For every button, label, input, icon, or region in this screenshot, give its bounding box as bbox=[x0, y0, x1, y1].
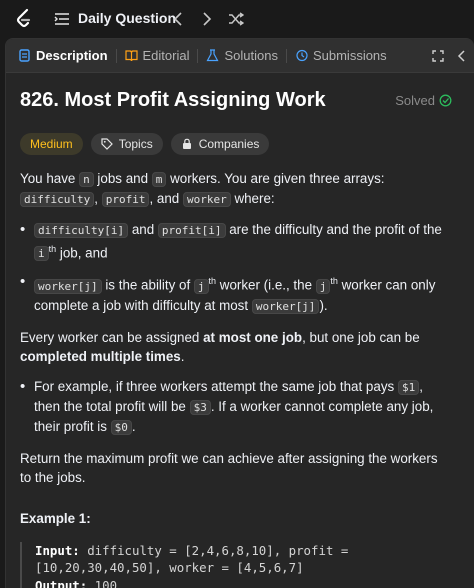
flask-icon bbox=[206, 49, 219, 62]
daily-question-title[interactable]: Daily Question bbox=[78, 10, 176, 26]
shuffle-icon bbox=[229, 12, 244, 26]
tab-divider bbox=[197, 48, 199, 63]
example-output: Output: 100 bbox=[35, 577, 118, 588]
check-circle-icon bbox=[439, 94, 452, 107]
chevron-left-icon bbox=[457, 50, 465, 62]
companies-tag[interactable]: Companies bbox=[170, 133, 270, 155]
maximize-panel-button[interactable] bbox=[426, 50, 450, 62]
description-paragraph: You have n jobs and m workers. You are g… bbox=[20, 171, 385, 207]
problem-title[interactable]: 826. Most Profit Assigning Work bbox=[20, 89, 326, 112]
topics-tag[interactable]: Topics bbox=[90, 133, 163, 155]
chevron-right-icon bbox=[203, 12, 212, 26]
problem-content: 826. Most Profit Assigning Work Solved M… bbox=[20, 73, 452, 588]
chevron-left-icon bbox=[173, 12, 182, 26]
list-item: For example, if three workers attempt th… bbox=[20, 377, 450, 437]
description-list: For example, if three workers attempt th… bbox=[20, 377, 450, 437]
random-question-button[interactable] bbox=[226, 9, 246, 29]
book-icon bbox=[124, 50, 138, 62]
tab-divider bbox=[115, 48, 117, 63]
description-paragraph: Every worker can be assigned at most one… bbox=[20, 329, 420, 364]
description-icon bbox=[19, 49, 30, 62]
problem-list-icon[interactable] bbox=[54, 11, 70, 27]
tab-editorial[interactable]: Editorial bbox=[123, 39, 192, 73]
tab-bar: Description Editorial Solutions Submissi… bbox=[6, 39, 474, 73]
difficulty-badge: Medium bbox=[20, 133, 83, 155]
tab-description[interactable]: Description bbox=[16, 39, 110, 73]
list-item: worker[j] is the ability of jth worker (… bbox=[20, 272, 450, 315]
problem-tags: Medium Topics Companies bbox=[20, 133, 450, 155]
tab-submissions[interactable]: Submissions bbox=[293, 39, 389, 73]
problem-description: You have n jobs and m workers. You are g… bbox=[20, 169, 450, 588]
problem-panel: Description Editorial Solutions Submissi… bbox=[5, 38, 474, 588]
leetcode-logo-icon[interactable] bbox=[14, 8, 34, 30]
collapse-panel-button[interactable] bbox=[450, 50, 474, 62]
tag-icon bbox=[101, 138, 113, 150]
top-bar: Daily Question bbox=[0, 0, 474, 38]
list-item: difficulty[i] and profit[i] are the diff… bbox=[20, 220, 450, 263]
example-heading: Example 1: bbox=[20, 510, 91, 526]
prev-question-button[interactable] bbox=[168, 9, 188, 29]
tab-divider bbox=[285, 48, 287, 63]
description-list: difficulty[i] and profit[i] are the diff… bbox=[20, 220, 450, 316]
history-icon bbox=[296, 49, 308, 62]
tab-solutions[interactable]: Solutions bbox=[204, 39, 279, 73]
example-block: Input: difficulty = [2,4,6,8,10], profit… bbox=[20, 541, 450, 588]
example-input: Input: difficulty = [2,4,6,8,10], profit… bbox=[35, 542, 349, 576]
description-paragraph: Return the maximum profit we can achieve… bbox=[20, 450, 438, 485]
solved-status: Solved bbox=[395, 93, 452, 108]
maximize-icon bbox=[432, 50, 444, 62]
next-question-button[interactable] bbox=[197, 9, 217, 29]
lock-icon bbox=[182, 138, 191, 149]
